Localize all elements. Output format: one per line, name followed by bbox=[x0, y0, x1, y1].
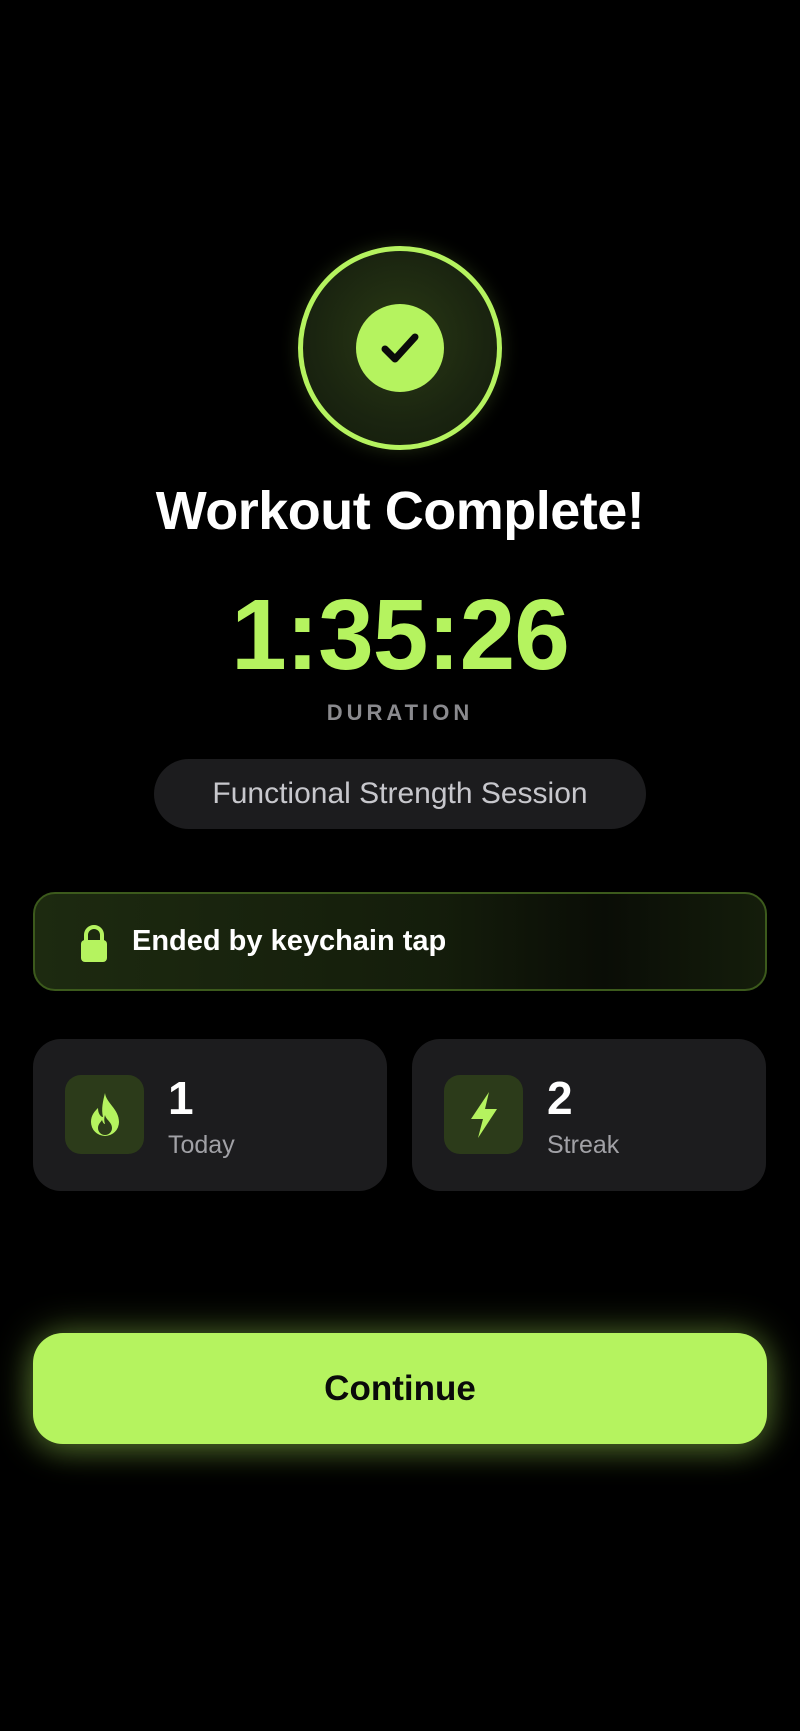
lock-icon bbox=[81, 925, 107, 962]
stat-card-today: 1 Today bbox=[33, 1039, 387, 1191]
stat-label-streak: Streak bbox=[547, 1131, 620, 1159]
stat-card-streak: 2 Streak bbox=[412, 1039, 766, 1191]
workout-complete-screen: Workout Complete! 1:35:26 DURATION Funct… bbox=[0, 0, 800, 1731]
lightning-icon bbox=[444, 1075, 523, 1154]
flame-icon bbox=[65, 1075, 144, 1154]
checkmark-icon bbox=[356, 304, 444, 392]
duration-value: 1:35:26 bbox=[231, 579, 570, 691]
session-name: Functional Strength Session bbox=[212, 777, 588, 810]
stat-label-today: Today bbox=[168, 1131, 235, 1159]
page-title: Workout Complete! bbox=[155, 481, 645, 541]
ended-by-banner: Ended by keychain tap bbox=[33, 892, 767, 991]
duration-label: DURATION bbox=[326, 700, 474, 725]
continue-button[interactable]: Continue bbox=[33, 1333, 767, 1444]
stat-value-streak: 2 bbox=[547, 1072, 573, 1124]
stat-value-today: 1 bbox=[168, 1072, 194, 1124]
session-name-pill: Functional Strength Session bbox=[154, 759, 646, 829]
ended-by-text: Ended by keychain tap bbox=[132, 925, 447, 957]
